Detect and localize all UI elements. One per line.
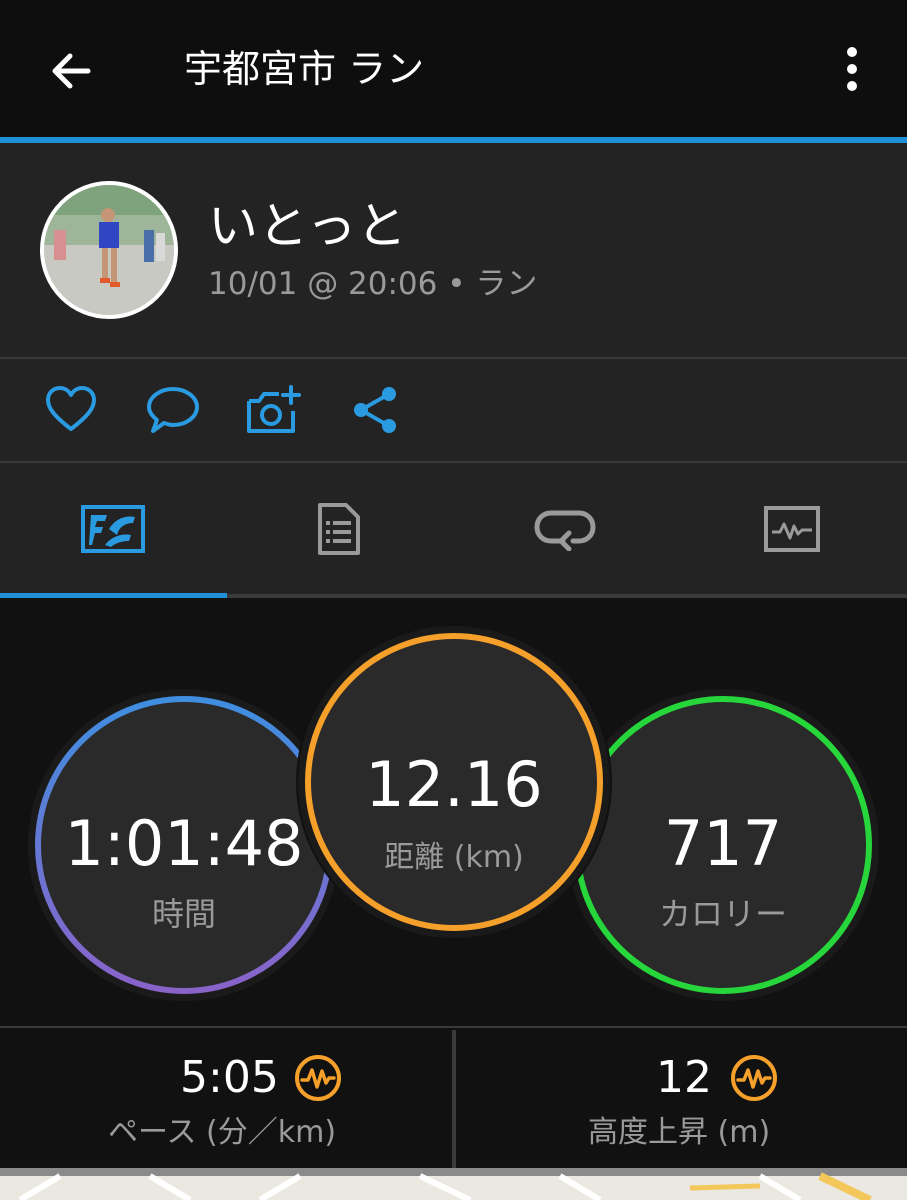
elevation-value: 12 <box>656 1052 712 1103</box>
distance-label: 距離 (km) <box>384 840 524 875</box>
arrow-left-icon[interactable] <box>44 44 98 98</box>
tab-chart[interactable] <box>679 463 905 594</box>
elevation-label: 高度上昇 (m) <box>588 1115 771 1150</box>
chart-icon <box>764 505 820 552</box>
divider <box>452 1030 456 1168</box>
map-preview[interactable] <box>0 1168 907 1200</box>
comment-icon[interactable] <box>145 383 201 437</box>
time-label: 時間 <box>151 895 216 933</box>
activity-header: いとっと 10/01 @ 20:06 • ラン <box>0 143 907 357</box>
add-photo-icon[interactable] <box>245 383 303 437</box>
app-bar: 宇都宮市 ラン <box>0 0 907 137</box>
heart-icon[interactable] <box>44 383 98 437</box>
pace-label: ペース (分／km) <box>108 1115 337 1150</box>
time-stat[interactable]: 1:01:48 時間 <box>28 689 340 1001</box>
performance-icon[interactable] <box>294 1054 342 1102</box>
action-bar <box>0 359 907 461</box>
tab-details[interactable] <box>226 463 452 594</box>
avatar[interactable] <box>40 181 178 319</box>
distance-stat[interactable]: 12.16 距離 (km) <box>296 624 612 940</box>
avatar-photo <box>44 185 174 315</box>
more-vertical-icon[interactable] <box>832 44 872 94</box>
calories-label: カロリー <box>658 895 787 933</box>
map-image <box>0 1172 907 1200</box>
tab-laps[interactable] <box>452 463 678 594</box>
details-list-icon <box>318 502 360 555</box>
overview-icon <box>81 504 145 553</box>
laps-icon <box>534 510 596 551</box>
page-title: 宇都宮市 ラン <box>184 47 425 91</box>
time-value: 1:01:48 <box>64 807 304 880</box>
share-icon[interactable] <box>349 383 403 437</box>
pace-value: 5:05 <box>180 1052 279 1103</box>
calories-stat[interactable]: 717 カロリー <box>567 689 879 1001</box>
activity-meta: 10/01 @ 20:06 • ラン <box>208 266 538 302</box>
calories-value: 717 <box>663 807 783 880</box>
user-name[interactable]: いとっと <box>208 196 407 256</box>
tab-overview[interactable] <box>0 463 226 594</box>
distance-value: 12.16 <box>365 748 543 821</box>
tab-bar <box>0 463 907 594</box>
performance-icon[interactable] <box>730 1054 778 1102</box>
